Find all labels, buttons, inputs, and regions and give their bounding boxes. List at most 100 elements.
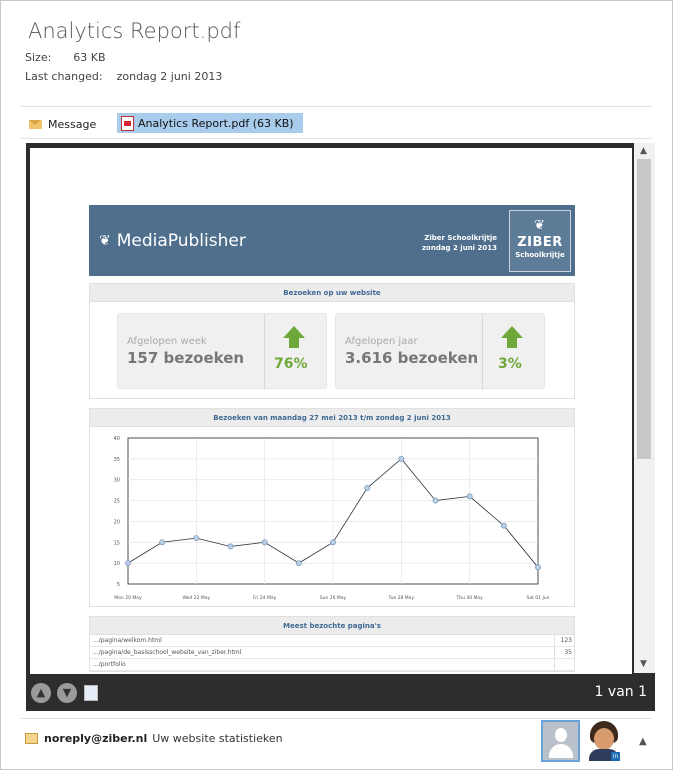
y-tick-label: 20 (114, 519, 120, 525)
ziber-logo-text: ZIBER (517, 235, 563, 250)
kpi-year: Afgelopen jaar 3.616 bezoeken 3% (335, 313, 545, 390)
ziber-logo-subtext: Schoolkrijtje (515, 251, 565, 259)
sender-email[interactable]: noreply@ziber.nl (44, 732, 147, 745)
x-tick-label: Sat 01 Jun (527, 595, 550, 601)
y-tick-label: 10 (114, 561, 120, 567)
chevron-up-icon[interactable]: ▲ (639, 736, 647, 747)
kpi-year-pct: 3% (498, 356, 522, 372)
scroll-down-icon[interactable]: ▼ (640, 659, 647, 669)
avatar-placeholder[interactable] (541, 720, 580, 762)
data-point (432, 497, 439, 504)
report-date: zondag 2 juni 2013 (421, 244, 497, 252)
x-tick-label: Thu 30 May (455, 595, 483, 601)
client-name: Ziber Schoolkrijtje (424, 234, 497, 242)
report-header: ❦ MediaPublisher Ziber Schoolkrijtje zon… (89, 205, 575, 276)
table-row: .../pagina/de_basisschool_website_van_zi… (90, 647, 574, 659)
pdf-attachment-label: Analytics Report.pdf (63 KB) (138, 116, 294, 130)
scroll-up-icon[interactable]: ▲ (640, 146, 647, 156)
data-point (535, 564, 541, 571)
data-point (500, 522, 507, 529)
table-row: .../pagina/welkom.html 123 (90, 635, 574, 647)
page-view-icon[interactable] (84, 685, 98, 701)
top-pages-table: .../pagina/welkom.html 123 .../pagina/de… (89, 635, 575, 672)
x-tick-label: Sun 26 May (320, 595, 347, 601)
pdf-attachment-tab[interactable]: Analytics Report.pdf (63 KB) (117, 113, 303, 133)
sender-info: noreply@ziber.nl Uw website statistieken (25, 732, 283, 745)
kpi-week: Afgelopen week 157 bezoeken 76% (117, 313, 327, 390)
file-title: Analytics Report.pdf (28, 19, 241, 43)
message-subject: Uw website statistieken (152, 732, 283, 745)
y-tick-label: 40 (114, 436, 120, 442)
avatar-face (594, 728, 614, 750)
arrow-up-icon (283, 326, 305, 338)
section-pages-title: Meest bezochte pagina's (89, 616, 575, 635)
data-point (330, 539, 336, 546)
divider (21, 106, 652, 107)
x-tick-label: Mon 20 May (114, 595, 142, 601)
attachment-preview-window: Analytics Report.pdf Size: 63 KB Last cha… (0, 0, 673, 770)
data-point (466, 493, 473, 500)
previous-page-button[interactable]: ▲ (31, 683, 51, 703)
arrow-up-icon-stem (507, 338, 517, 348)
page-indicator: 1 van 1 (594, 684, 647, 700)
y-tick-label: 25 (114, 499, 120, 505)
page-path: .../pagina/welkom.html (93, 637, 162, 644)
y-tick-label: 5 (117, 582, 120, 588)
pdf-viewer: ❦ MediaPublisher Ziber Schoolkrijtje zon… (26, 143, 655, 711)
kpi-section: Afgelopen week 157 bezoeken 76% Afgelope… (89, 302, 575, 399)
table-row: .../portfolio (90, 659, 574, 671)
pdf-page[interactable]: ❦ MediaPublisher Ziber Schoolkrijtje zon… (30, 148, 632, 674)
x-tick-label: Wed 22 May (182, 595, 210, 601)
data-point (261, 539, 268, 546)
x-tick-label: Fri 24 May (253, 595, 277, 601)
data-point (227, 543, 234, 550)
data-point (364, 485, 371, 491)
page-path: .../portfolio (93, 661, 126, 668)
kpi-week-pct: 76% (274, 356, 308, 372)
message-tab-label: Message (48, 117, 97, 131)
linkedin-icon: in (611, 752, 620, 761)
visits-chart: 5 10 15 20 25 30 35 40 Mon 20 May Wed 22 May Fri 2… (89, 427, 575, 607)
message-tab[interactable]: Message (29, 114, 96, 134)
mediapublisher-icon: ❦ (99, 233, 111, 249)
brand-logo: ❦ MediaPublisher (99, 231, 246, 251)
visits-line-chart: 5 10 15 20 25 30 35 40 Mon 20 May Wed 22 May Fri 2… (114, 436, 550, 601)
ziber-leaf-icon: ❦ (534, 218, 545, 233)
size-label: Size: (25, 51, 52, 64)
avatar[interactable]: in (587, 721, 621, 761)
attachment-bar: Message Analytics Report.pdf (63 KB) (21, 111, 652, 137)
section-chart-title: Bezoeken van maandag 27 mei 2013 t/m zon… (89, 408, 575, 427)
vertical-scrollbar[interactable]: ▲ ▼ (634, 143, 655, 673)
arrow-up-icon (501, 326, 523, 338)
kpi-divider (264, 314, 265, 390)
envelope-icon (29, 119, 42, 129)
x-tick-label: Tue 28 May (388, 595, 415, 601)
footer-divider (21, 718, 652, 719)
last-changed-label: Last changed: (25, 70, 103, 83)
data-point (398, 455, 405, 462)
arrow-up-icon-stem (289, 338, 299, 348)
data-point (125, 560, 131, 567)
y-tick-label: 35 (114, 457, 120, 463)
data-point (159, 539, 166, 546)
next-page-button[interactable]: ▼ (57, 683, 77, 703)
page-path: .../pagina/de_basisschool_website_van_zi… (93, 649, 242, 656)
kpi-week-value: 157 bezoeken (127, 349, 245, 367)
size-value: 63 KB (73, 51, 106, 64)
y-tick-label: 15 (114, 540, 120, 546)
viewer-toolbar: ▲ ▼ 1 van 1 (26, 674, 655, 711)
scrollbar-thumb[interactable] (637, 159, 651, 459)
analytics-report: ❦ MediaPublisher Ziber Schoolkrijtje zon… (89, 205, 575, 672)
file-size-row: Size: 63 KB (25, 51, 106, 64)
ziber-logo: ❦ ZIBER Schoolkrijtje (509, 210, 571, 272)
person-icon-head (555, 728, 567, 742)
page-count: 123 (554, 635, 574, 646)
last-changed-row: Last changed: zondag 2 juni 2013 (25, 70, 222, 83)
data-point (295, 560, 302, 567)
kpi-year-value: 3.616 bezoeken (345, 349, 479, 367)
kpi-year-label: Afgelopen jaar (345, 336, 418, 347)
last-changed-value: zondag 2 juni 2013 (116, 70, 223, 83)
y-tick-label: 30 (114, 478, 120, 484)
data-point (193, 535, 200, 542)
kpi-week-label: Afgelopen week (127, 336, 207, 347)
